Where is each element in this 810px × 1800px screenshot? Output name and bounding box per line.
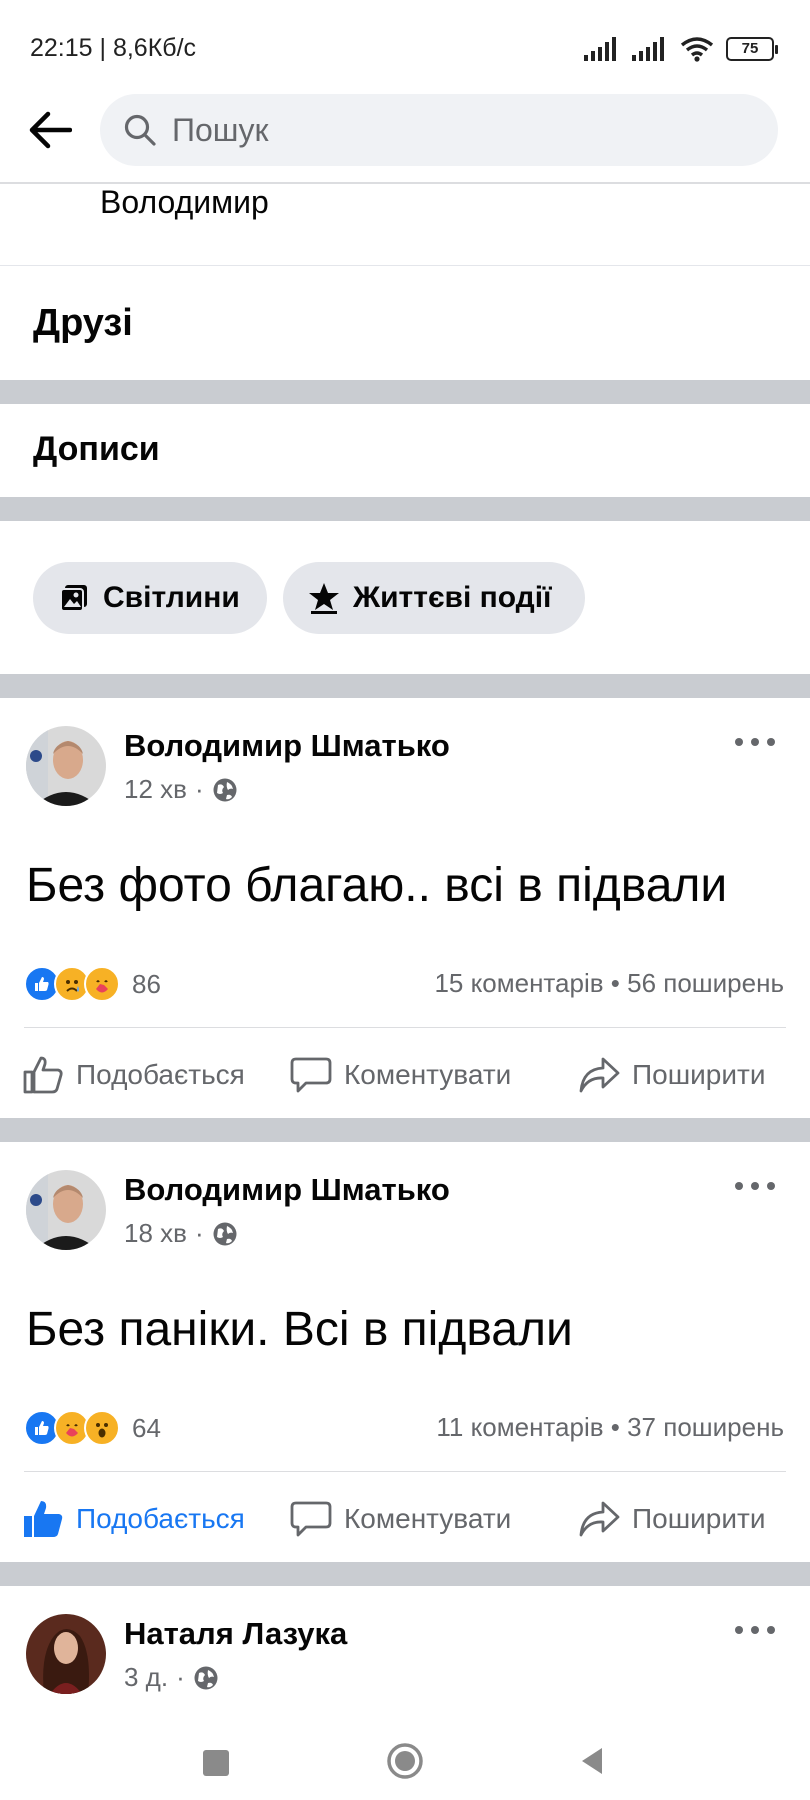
reactions-summary[interactable]: 86 xyxy=(24,966,161,1002)
status-bar: 22:15 | 8,6Кб/с 75 xyxy=(0,0,810,92)
post-meta: 3 д. · xyxy=(124,1662,219,1693)
post-text: Без фото благаю.. всі в підвали xyxy=(26,859,728,912)
posts-section-title: Дописи xyxy=(33,430,160,468)
search-input[interactable] xyxy=(170,110,734,150)
post-time[interactable]: 3 д. xyxy=(124,1662,168,1693)
signal-icon xyxy=(632,37,664,61)
status-icons: 75 xyxy=(584,34,778,64)
avatar[interactable] xyxy=(26,1170,106,1250)
share-icon xyxy=(578,1054,620,1096)
avatar[interactable] xyxy=(26,1614,106,1694)
care-reaction-icon xyxy=(84,966,120,1002)
like-label: Подобається xyxy=(76,1503,245,1534)
like-button[interactable]: Подобається xyxy=(22,1498,245,1540)
more-options-button[interactable] xyxy=(735,1620,775,1640)
comment-label: Коментувати xyxy=(344,1059,512,1090)
share-button[interactable]: Поширити xyxy=(578,1498,765,1540)
post-author[interactable]: Володимир Шматько xyxy=(124,728,450,764)
reaction-count: 64 xyxy=(132,1412,161,1443)
globe-icon xyxy=(213,1222,237,1245)
share-button[interactable]: Поширити xyxy=(578,1054,765,1096)
more-options-button[interactable] xyxy=(735,732,775,752)
back-nav-button[interactable] xyxy=(578,1746,606,1776)
post-time[interactable]: 12 хв xyxy=(124,774,187,805)
home-button[interactable] xyxy=(386,1742,424,1780)
section-separator xyxy=(0,1562,810,1586)
battery-icon: 75 xyxy=(726,37,778,61)
thumbs-up-filled-icon xyxy=(22,1498,64,1540)
comment-label: Коментувати xyxy=(344,1503,512,1534)
back-arrow-icon xyxy=(29,111,72,149)
life-events-chip-label: Життєві події xyxy=(353,581,552,614)
post-stats[interactable]: 11 коментарів • 37 поширень xyxy=(436,1412,784,1443)
life-events-star-icon xyxy=(307,581,341,615)
globe-icon xyxy=(213,778,237,801)
like-button[interactable]: Подобається xyxy=(22,1054,245,1096)
photos-chip[interactable]: Світлини xyxy=(33,562,267,634)
thumbs-up-icon xyxy=(22,1054,64,1096)
life-events-chip[interactable]: Життєві події xyxy=(283,562,585,634)
share-icon xyxy=(578,1498,620,1540)
section-separator xyxy=(0,380,810,404)
search-bar[interactable] xyxy=(100,94,778,166)
wifi-icon xyxy=(680,37,714,62)
system-navigation-bar xyxy=(0,1700,810,1800)
section-separator xyxy=(0,497,810,521)
reaction-count: 86 xyxy=(132,968,161,999)
like-label: Подобається xyxy=(76,1059,245,1090)
photos-chip-label: Світлини xyxy=(103,581,240,614)
post-meta: 18 хв · xyxy=(124,1218,238,1249)
comment-icon xyxy=(290,1498,332,1540)
photos-icon xyxy=(57,581,91,615)
friends-section-title[interactable]: Друзі xyxy=(33,302,133,345)
more-options-button[interactable] xyxy=(735,1176,775,1196)
profile-name-partial[interactable]: Володимир xyxy=(100,184,269,221)
back-button[interactable] xyxy=(26,106,74,154)
section-separator xyxy=(0,674,810,698)
comment-button[interactable]: Коментувати xyxy=(290,1054,511,1096)
reactions-summary[interactable]: 64 xyxy=(24,1410,161,1446)
post-meta: 12 хв · xyxy=(124,774,238,805)
post-stats[interactable]: 15 коментарів • 56 поширень xyxy=(434,968,784,999)
section-separator xyxy=(0,1118,810,1142)
share-label: Поширити xyxy=(632,1059,766,1090)
wow-reaction-icon xyxy=(84,1410,120,1446)
search-icon xyxy=(122,112,158,148)
post-text: Без паніки. Всі в підвали xyxy=(26,1303,573,1356)
globe-icon xyxy=(194,1666,218,1689)
post-time[interactable]: 18 хв xyxy=(124,1218,187,1249)
signal-icon xyxy=(584,37,616,61)
comment-icon xyxy=(290,1054,332,1096)
comment-button[interactable]: Коментувати xyxy=(290,1498,511,1540)
post-author[interactable]: Володимир Шматько xyxy=(124,1172,450,1208)
divider xyxy=(24,1471,786,1472)
share-label: Поширити xyxy=(632,1503,766,1534)
divider xyxy=(24,1027,786,1028)
post-author[interactable]: Наталя Лазука xyxy=(124,1616,347,1652)
recent-apps-button[interactable] xyxy=(203,1750,229,1776)
status-time: 22:15 | 8,6Кб/с xyxy=(30,34,197,62)
avatar[interactable] xyxy=(26,726,106,806)
divider xyxy=(0,265,810,266)
